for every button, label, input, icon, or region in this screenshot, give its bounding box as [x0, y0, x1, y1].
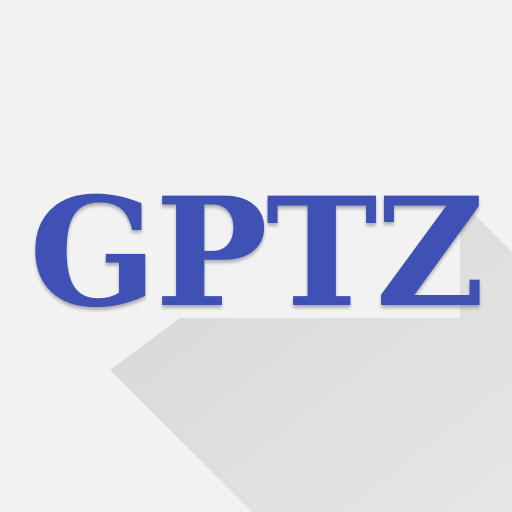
app-icon: GPTZ — [0, 0, 512, 512]
logo-text: GPTZ — [28, 165, 485, 341]
